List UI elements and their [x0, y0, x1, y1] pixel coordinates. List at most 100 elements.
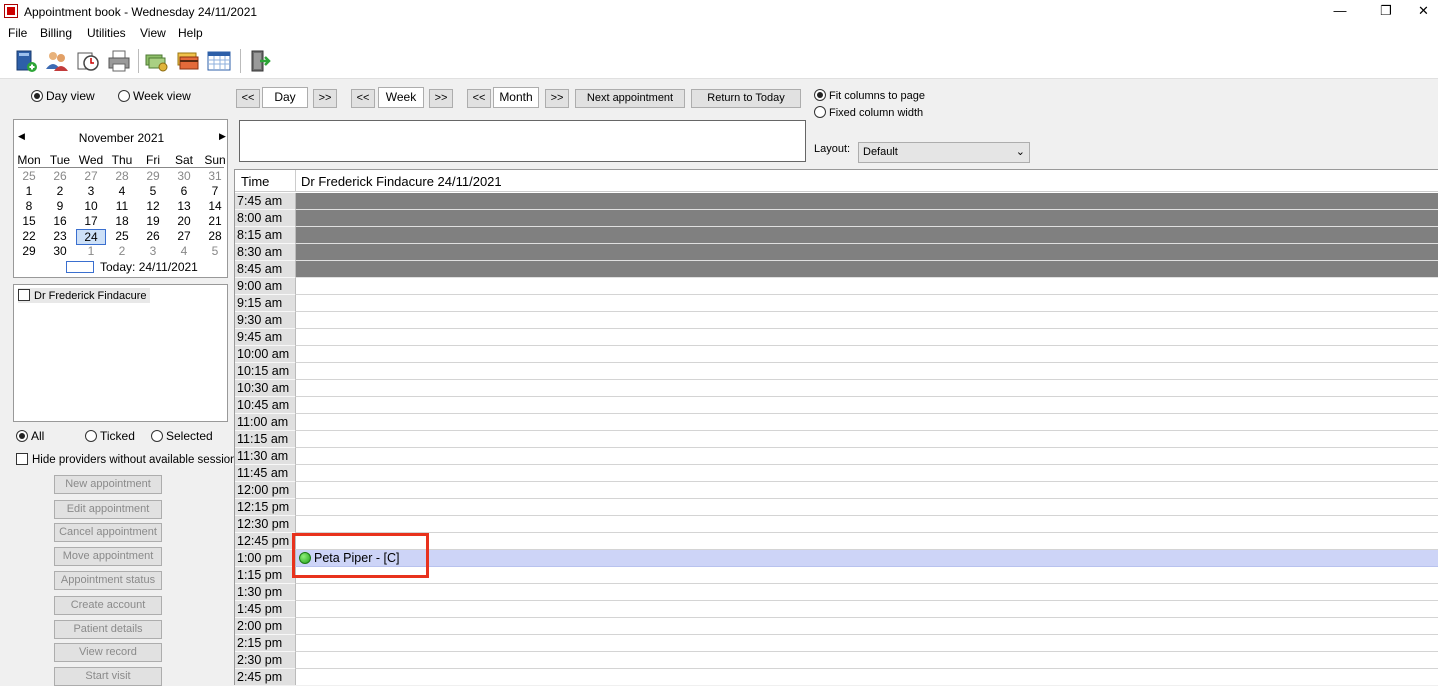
calendar-day[interactable]: 25 — [14, 169, 44, 183]
calendar-day[interactable]: 13 — [169, 199, 199, 213]
calendar-day[interactable]: 15 — [14, 214, 44, 228]
calendar-day[interactable]: 3 — [138, 244, 168, 258]
calendar-day[interactable]: 8 — [14, 199, 44, 213]
today-link[interactable]: Today: 24/11/2021 — [100, 260, 198, 274]
filter-ticked-radio[interactable]: Ticked — [85, 429, 135, 443]
maximize-button[interactable]: ❐ — [1363, 0, 1409, 24]
calendar-day[interactable]: 10 — [76, 199, 106, 213]
calendar-day[interactable]: 17 — [76, 214, 106, 228]
patients-icon[interactable] — [45, 49, 69, 73]
calendar-day[interactable]: 7 — [200, 184, 230, 198]
fit-columns-radio[interactable]: Fit columns to page — [814, 89, 925, 102]
calendar-day[interactable]: 2 — [107, 244, 137, 258]
calendar-day[interactable]: 11 — [107, 199, 137, 213]
calendar-day[interactable]: 29 — [138, 169, 168, 183]
time-slot-cell[interactable] — [295, 516, 1438, 533]
time-slot-cell[interactable] — [295, 618, 1438, 635]
next-day-button[interactable]: >> — [313, 89, 337, 108]
week-view-radio[interactable]: Week view — [118, 89, 191, 103]
time-slot-cell[interactable] — [295, 210, 1438, 227]
provider-column-header[interactable]: Dr Frederick Findacure 24/11/2021 — [301, 174, 502, 189]
time-slot-cell[interactable] — [295, 448, 1438, 465]
create-account-button[interactable]: Create account — [54, 596, 162, 615]
time-slot-cell[interactable] — [295, 312, 1438, 329]
calendar-day[interactable]: 23 — [45, 229, 75, 243]
calendar-day[interactable]: 30 — [45, 244, 75, 258]
next-appointment-button[interactable]: Next appointment — [575, 89, 685, 108]
time-slot-cell[interactable] — [295, 499, 1438, 516]
cancel-appointment-button[interactable]: Cancel appointment — [54, 523, 162, 542]
calendar-day[interactable]: 29 — [14, 244, 44, 258]
view-record-button[interactable]: View record — [54, 643, 162, 662]
calendar-day[interactable]: 16 — [45, 214, 75, 228]
calendar-day[interactable]: 5 — [138, 184, 168, 198]
calendar-day[interactable]: 4 — [107, 184, 137, 198]
appointment-status-button[interactable]: Appointment status — [54, 571, 162, 590]
patient-book-icon[interactable] — [14, 49, 38, 73]
calendar-icon[interactable] — [207, 49, 231, 73]
calendar-day[interactable]: 21 — [200, 214, 230, 228]
menu-view[interactable]: View — [140, 26, 166, 40]
provider-checkbox[interactable] — [18, 289, 30, 301]
time-slot-cell[interactable] — [295, 635, 1438, 652]
cards-icon[interactable] — [176, 49, 200, 73]
next-week-button[interactable]: >> — [429, 89, 453, 108]
calendar-day[interactable]: 31 — [200, 169, 230, 183]
hide-providers-checkbox[interactable]: Hide providers without available session… — [16, 453, 242, 466]
menu-utilities[interactable]: Utilities — [87, 26, 126, 40]
time-slot-cell[interactable] — [295, 346, 1438, 363]
notes-textbox[interactable] — [239, 120, 806, 162]
calendar-day[interactable]: 30 — [169, 169, 199, 183]
calendar-day[interactable]: 14 — [200, 199, 230, 213]
calendar-day[interactable]: 24 — [76, 229, 106, 245]
calendar-day[interactable]: 1 — [76, 244, 106, 258]
calendar-day[interactable]: 26 — [138, 229, 168, 243]
month-button[interactable]: Month — [493, 87, 539, 108]
close-button[interactable]: ✕ — [1409, 0, 1438, 24]
calendar-day[interactable]: 27 — [76, 169, 106, 183]
time-slot-cell[interactable] — [295, 482, 1438, 499]
next-month-button[interactable]: >> — [545, 89, 569, 108]
calendar-day[interactable]: 3 — [76, 184, 106, 198]
calendar-day[interactable]: 25 — [107, 229, 137, 243]
return-to-today-button[interactable]: Return to Today — [691, 89, 801, 108]
appointment-block[interactable]: Peta Piper - [C] — [295, 550, 1438, 567]
start-visit-button[interactable]: Start visit — [54, 667, 162, 686]
filter-selected-radio[interactable]: Selected — [151, 429, 213, 443]
time-slot-cell[interactable] — [295, 584, 1438, 601]
time-slot-cell[interactable] — [295, 193, 1438, 210]
time-slot-cell[interactable] — [295, 567, 1438, 584]
calendar-day[interactable]: 18 — [107, 214, 137, 228]
time-slot-cell[interactable] — [295, 533, 1438, 550]
prev-day-button[interactable]: << — [236, 89, 260, 108]
calendar-day[interactable]: 5 — [200, 244, 230, 258]
calendar-day[interactable]: 19 — [138, 214, 168, 228]
menu-help[interactable]: Help — [178, 26, 203, 40]
calendar-day[interactable]: 22 — [14, 229, 44, 243]
calendar-day[interactable]: 27 — [169, 229, 199, 243]
provider-item[interactable]: Dr Frederick Findacure — [18, 288, 151, 303]
patient-details-button[interactable]: Patient details — [54, 620, 162, 639]
time-slot-cell[interactable] — [295, 278, 1438, 295]
new-appointment-button[interactable]: New appointment — [54, 475, 162, 494]
calendar-day[interactable]: 1 — [14, 184, 44, 198]
time-slot-cell[interactable] — [295, 669, 1438, 685]
calendar-day[interactable]: 12 — [138, 199, 168, 213]
move-appointment-button[interactable]: Move appointment — [54, 547, 162, 566]
week-button[interactable]: Week — [378, 87, 424, 108]
calendar-day[interactable]: 2 — [45, 184, 75, 198]
calendar-day[interactable]: 9 — [45, 199, 75, 213]
time-slot-cell[interactable] — [295, 261, 1438, 278]
time-slot-cell[interactable] — [295, 601, 1438, 618]
day-button[interactable]: Day — [262, 87, 308, 108]
calendar-day[interactable]: 28 — [107, 169, 137, 183]
next-month-arrow-icon[interactable]: ▶ — [219, 131, 226, 142]
calendar-day[interactable]: 4 — [169, 244, 199, 258]
time-slot-cell[interactable] — [295, 414, 1438, 431]
minimize-button[interactable]: — — [1317, 0, 1363, 24]
menu-file[interactable]: File — [8, 26, 27, 40]
menu-billing[interactable]: Billing — [40, 26, 72, 40]
calendar-day[interactable]: 28 — [200, 229, 230, 243]
layout-select[interactable]: Default ⌄ — [858, 142, 1030, 163]
time-slot-cell[interactable] — [295, 431, 1438, 448]
